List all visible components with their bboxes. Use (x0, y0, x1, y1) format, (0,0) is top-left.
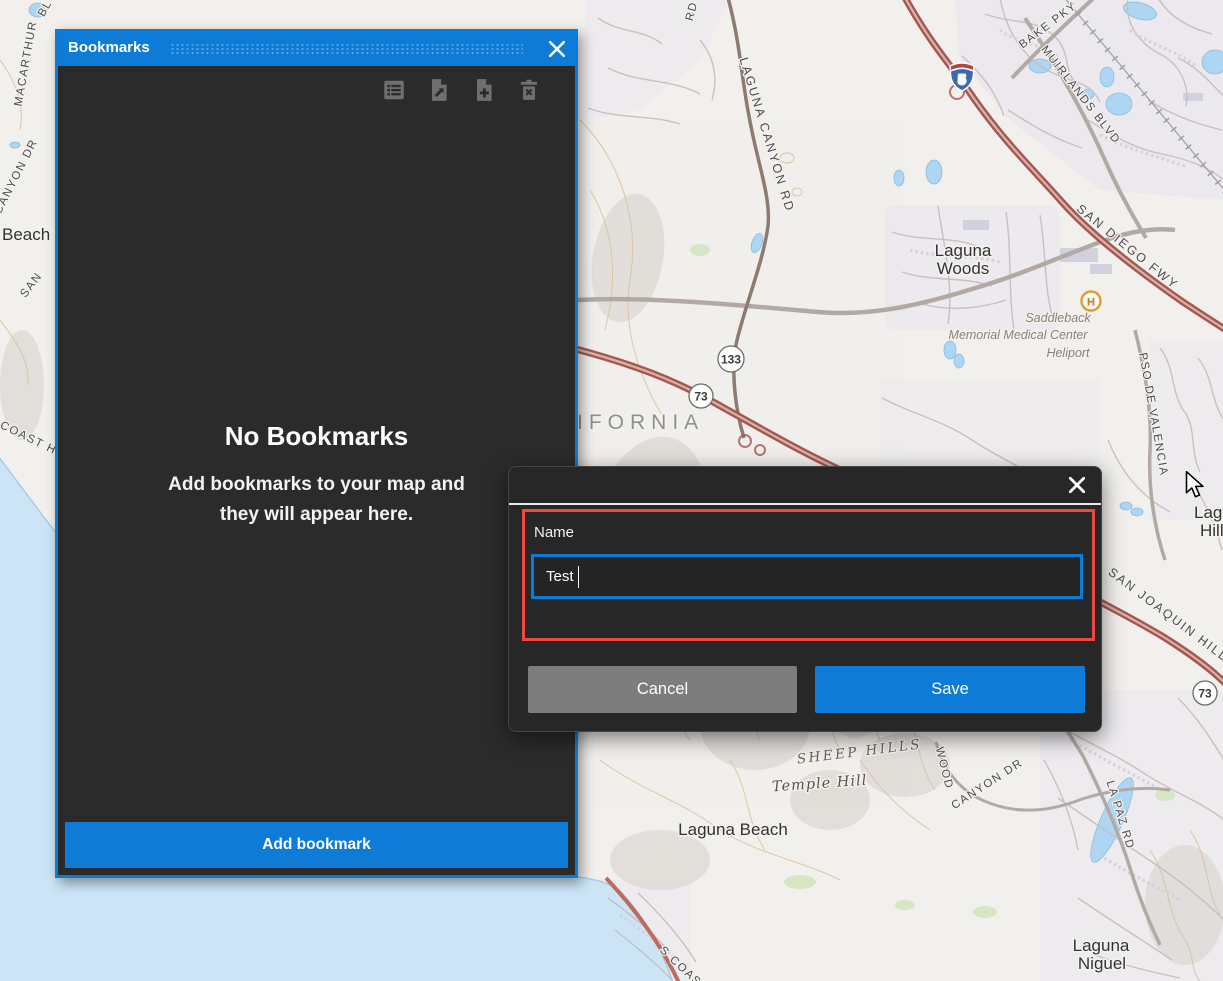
label-laguna-hills: Laguna (1194, 503, 1223, 522)
list-view-icon (381, 77, 407, 103)
label-canyon-dr-left: CANYON DR (0, 137, 40, 216)
label-saddleback-3: Heliport (1046, 346, 1090, 360)
new-bookmark-page-button[interactable] (470, 76, 498, 104)
bookmarks-toolbar (380, 76, 543, 104)
panel-close-button[interactable] (549, 41, 565, 57)
bookmark-name-input[interactable]: Test (531, 554, 1083, 599)
panel-title: Bookmarks (68, 39, 150, 56)
dialog-close-button[interactable] (1069, 477, 1085, 493)
route-shield-133: 133 (718, 346, 744, 372)
add-bookmark-button[interactable]: Add bookmark (65, 822, 568, 868)
label-laguna-woods: Laguna (935, 241, 992, 260)
heliport-marker: H (1082, 292, 1101, 311)
bookmarks-panel-body: No Bookmarks Add bookmarks to your map a… (58, 66, 575, 875)
label-laguna-beach: Laguna Beach (678, 820, 788, 839)
dialog-header[interactable] (509, 467, 1101, 505)
heliport-letter: H (1087, 297, 1095, 309)
app-window: 133 73 73 5 H Laguna Woods Laguna Hills … (0, 0, 1223, 981)
route-shield-73-south: 73 (1193, 681, 1217, 705)
empty-state-message: Add bookmarks to your map and they will … (152, 470, 482, 530)
cancel-button[interactable]: Cancel (528, 666, 797, 713)
label-laguna-niguel: Laguna (1073, 936, 1130, 955)
empty-state-title: No Bookmarks (58, 421, 575, 452)
delete-bookmark-button[interactable] (515, 76, 543, 104)
bookmark-name-value: Test (546, 568, 574, 585)
text-caret (578, 566, 580, 588)
interstate-5-number: 5 (958, 72, 965, 87)
bookmarks-panel: Bookmarks (55, 29, 578, 878)
close-icon (549, 41, 565, 57)
add-bookmark-dialog: Name Test Cancel Save (508, 466, 1102, 732)
name-field-label: Name (534, 524, 574, 541)
new-bookmark-page-icon (471, 77, 497, 103)
label-saddleback-2: Memorial Medical Center (949, 328, 1089, 342)
drag-grip-texture[interactable] (170, 43, 523, 55)
label-laguna-niguel-2: Niguel (1078, 954, 1126, 973)
label-saddleback: Saddleback (1025, 311, 1091, 325)
label-macarthur: MACARTHUR (13, 20, 40, 108)
label-beach: Beach (2, 225, 50, 244)
list-view-button[interactable] (380, 76, 408, 104)
route-73-number: 73 (694, 390, 708, 404)
route-shield-73: 73 (689, 384, 713, 408)
import-bookmark-icon (426, 77, 452, 103)
label-san: SAN (18, 270, 45, 300)
empty-state: No Bookmarks Add bookmarks to your map a… (58, 421, 575, 530)
delete-bookmark-icon (516, 77, 542, 103)
route-73-south-number: 73 (1198, 687, 1212, 701)
name-field-group-highlight: Name Test (522, 509, 1095, 641)
label-california: IFORNIA (577, 411, 704, 434)
route-133-number: 133 (721, 353, 741, 367)
bookmarks-panel-titlebar[interactable]: Bookmarks (58, 32, 575, 66)
save-button[interactable]: Save (815, 666, 1085, 713)
close-icon (1069, 477, 1085, 493)
label-laguna-hills-2: Hills (1200, 521, 1223, 540)
import-bookmark-button[interactable] (425, 76, 453, 104)
label-laguna-woods-2: Woods (937, 259, 990, 278)
